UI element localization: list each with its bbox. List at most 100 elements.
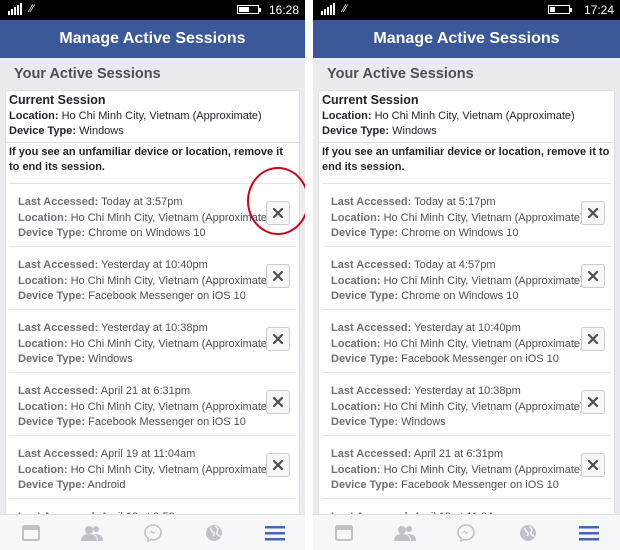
device-value: Chrome on Windows 10 <box>401 227 519 239</box>
current-session-location: Location: Ho Chi Minh City, Vietnam (App… <box>9 109 296 124</box>
current-session-device: Device Type: Windows <box>322 124 611 139</box>
session-device: Device Type: Windows <box>18 352 271 368</box>
current-session-title: Current Session <box>9 93 106 107</box>
status-bar: ∕∕ 16:28 <box>0 0 305 20</box>
location-label: Location: <box>331 211 381 224</box>
wifi-icon: ∕∕ <box>343 3 347 15</box>
session-last-accessed: Last Accessed: Yesterday at 10:38pm <box>331 384 584 400</box>
sessions-card: Current Session Location: Ho Chi Minh Ci… <box>5 90 300 550</box>
session-row: Last Accessed: April 21 at 6:31pm Locatio… <box>322 435 611 498</box>
device-label: Device Type: <box>331 227 399 239</box>
remove-session-button[interactable] <box>266 264 290 288</box>
location-label: Location: <box>331 400 381 413</box>
session-last-accessed: Last Accessed: Today at 4:57pm <box>331 258 584 274</box>
messenger-icon[interactable] <box>138 521 168 545</box>
location-label: Location: <box>331 337 381 350</box>
session-device: Device Type: Chrome on Windows 10 <box>331 289 584 305</box>
remove-session-button[interactable] <box>266 327 290 351</box>
session-location: Location: Ho Chi Minh City, Vietnam (App… <box>18 274 271 290</box>
remove-session-button[interactable] <box>266 201 290 225</box>
device-value: Facebook Messenger on iOS 10 <box>401 353 559 365</box>
location-label: Location: <box>322 110 372 122</box>
last-accessed-value: April 21 at 6:31pm <box>413 448 504 460</box>
session-info: Last Accessed: April 19 at 11:04am Locati… <box>18 447 271 494</box>
current-session-location: Location: Ho Chi Minh City, Vietnam (App… <box>322 109 611 124</box>
remove-session-button[interactable] <box>581 390 605 414</box>
last-accessed-label: Last Accessed: <box>18 448 99 460</box>
wifi-icon: ∕∕ <box>30 3 34 15</box>
session-info: Last Accessed: Yesterday at 10:40pm Locat… <box>331 321 584 368</box>
device-value: Windows <box>392 125 437 137</box>
remove-session-button[interactable] <box>266 390 290 414</box>
remove-session-button[interactable] <box>581 453 605 477</box>
device-value: Windows <box>88 353 133 365</box>
signal-icon <box>8 3 22 15</box>
device-value: Facebook Messenger on iOS 10 <box>88 290 246 302</box>
location-value: Ho Chi Minh City, Vietnam (Approximate) <box>70 274 271 287</box>
location-value: Ho Chi Minh City, Vietnam (Approximate) <box>70 463 271 476</box>
close-icon <box>588 208 598 218</box>
session-row: Last Accessed: Today at 4:57pm Location: … <box>322 246 611 309</box>
session-last-accessed: Last Accessed: Today at 3:57pm <box>18 195 271 211</box>
close-icon <box>273 334 283 344</box>
session-location: Location: Ho Chi Minh City, Vietnam (App… <box>18 337 271 353</box>
session-location: Location: Ho Chi Minh City, Vietnam (App… <box>18 463 271 479</box>
close-icon <box>588 271 598 281</box>
session-last-accessed: Last Accessed: April 19 at 11:04am <box>18 447 271 463</box>
device-label: Device Type: <box>331 479 399 491</box>
location-label: Location: <box>331 463 381 476</box>
page-title: Manage Active Sessions <box>0 20 305 58</box>
session-device: Device Type: Facebook Messenger on iOS 1… <box>331 478 584 494</box>
close-icon <box>273 208 283 218</box>
session-location: Location: Ho Chi Minh City, Vietnam (App… <box>18 211 271 227</box>
last-accessed-label: Last Accessed: <box>331 322 412 334</box>
device-value: Facebook Messenger on iOS 10 <box>401 479 559 491</box>
messenger-icon[interactable] <box>451 521 481 545</box>
session-row: Last Accessed: Yesterday at 10:38pm Locat… <box>322 372 611 435</box>
device-label: Device Type: <box>331 353 399 365</box>
news-feed-icon[interactable] <box>329 521 359 545</box>
current-session-title: Current Session <box>322 93 419 107</box>
session-last-accessed: Last Accessed: Yesterday at 10:40pm <box>18 258 271 274</box>
session-last-accessed: Last Accessed: April 21 at 6:31pm <box>18 384 271 400</box>
phone-screen-right: ∕∕ 17:24 Manage Active Sessions Your Act… <box>313 0 620 550</box>
remove-session-button[interactable] <box>581 327 605 351</box>
friends-icon[interactable] <box>390 521 420 545</box>
news-feed-icon[interactable] <box>16 521 46 545</box>
device-label: Device Type: <box>18 479 86 491</box>
device-value: Facebook Messenger on iOS 10 <box>88 416 246 428</box>
location-value: Ho Chi Minh City, Vietnam (Approximate) <box>383 400 584 413</box>
location-label: Location: <box>18 400 68 413</box>
session-row: Last Accessed: April 19 at 11:04am Locati… <box>9 435 296 498</box>
last-accessed-value: April 21 at 6:31pm <box>100 385 191 397</box>
battery-icon <box>237 5 261 14</box>
session-last-accessed: Last Accessed: Yesterday at 10:40pm <box>331 321 584 337</box>
friends-icon[interactable] <box>77 521 107 545</box>
bottom-nav <box>0 514 305 550</box>
session-list: Last Accessed: Today at 3:57pm Location: … <box>6 183 299 550</box>
unfamiliar-device-warning: If you see an unfamiliar device or locat… <box>6 142 299 175</box>
menu-icon[interactable] <box>260 521 290 545</box>
close-icon <box>273 271 283 281</box>
session-info: Last Accessed: Yesterday at 10:38pm Locat… <box>331 384 584 431</box>
remove-session-button[interactable] <box>266 453 290 477</box>
bottom-nav <box>313 514 620 550</box>
remove-session-button[interactable] <box>581 201 605 225</box>
device-value: Chrome on Windows 10 <box>401 290 519 302</box>
session-list: Last Accessed: Today at 5:17pm Location: … <box>319 183 614 550</box>
device-label: Device Type: <box>18 290 86 302</box>
session-row: Last Accessed: Yesterday at 10:40pm Locat… <box>9 246 296 309</box>
location-value: Ho Chi Minh City, Vietnam (Approximate) <box>383 274 584 287</box>
globe-icon[interactable] <box>513 521 543 545</box>
device-label: Device Type: <box>18 353 86 365</box>
last-accessed-label: Last Accessed: <box>331 448 412 460</box>
session-location: Location: Ho Chi Minh City, Vietnam (App… <box>331 337 584 353</box>
remove-session-button[interactable] <box>581 264 605 288</box>
close-icon <box>588 334 598 344</box>
last-accessed-label: Last Accessed: <box>331 259 412 271</box>
last-accessed-value: Yesterday at 10:38pm <box>101 322 208 334</box>
menu-icon[interactable] <box>574 521 604 545</box>
globe-icon[interactable] <box>199 521 229 545</box>
last-accessed-label: Last Accessed: <box>331 196 412 208</box>
last-accessed-label: Last Accessed: <box>18 385 99 397</box>
